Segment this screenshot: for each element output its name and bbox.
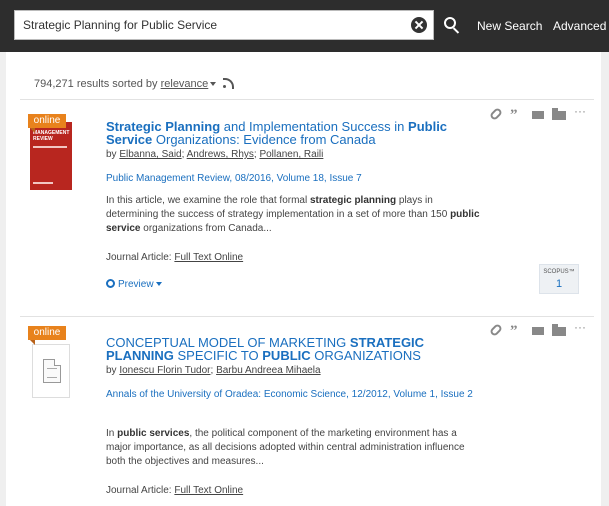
author-link[interactable]: Ionescu Florin Tudor [119,365,210,376]
author-list: by Elbanna, Said; Andrews, Rhys; Pollane… [106,149,324,160]
author-link[interactable]: Elbanna, Said [119,149,181,160]
quote-icon[interactable]: ” [510,108,518,123]
top-bar: New Search Advanced [0,0,609,52]
author-list: by Ionescu Florin Tudor; Barbu Andreea M… [106,365,321,376]
link-icon[interactable] [488,322,504,338]
search-box [14,10,434,40]
scopus-count: 1 [555,278,563,290]
full-text-link[interactable]: Full Text Online [174,252,243,263]
new-search-link[interactable]: New Search [477,19,542,33]
document-thumbnail[interactable] [32,344,70,398]
clear-search-icon[interactable] [411,17,427,33]
publication-source[interactable]: Annals of the University of Oradea: Econ… [106,388,476,402]
chevron-down-icon [155,282,162,287]
quote-icon[interactable]: ” [510,324,518,339]
publication-source[interactable]: Public Management Review, 08/2016, Volum… [106,172,476,186]
folder-icon[interactable] [552,108,566,120]
result-item: online CONCEPTUAL MODEL OF MARKETING STR… [20,320,594,506]
divider [20,99,594,100]
result-item: MANAGEMENT REVIEW online Strategic Plann… [20,104,594,313]
cover-title: MANAGEMENT REVIEW [33,130,70,142]
search-input[interactable] [15,11,410,39]
sort-dropdown[interactable]: relevance [161,78,209,90]
result-title[interactable]: Strategic Planning and Implementation Su… [106,120,476,146]
chevron-down-icon[interactable] [210,82,217,87]
result-snippet: In this article, we examine the role tha… [106,195,480,234]
email-icon[interactable] [532,327,544,335]
rss-icon[interactable] [223,78,235,89]
scopus-label: SCOPUS™ [543,269,575,275]
format-line: Journal Article: Full Text Online [106,252,244,263]
author-link[interactable]: Barbu Andreea Mihaela [216,365,321,376]
full-text-link[interactable]: Full Text Online [174,485,243,496]
result-actions: ” ··· [488,104,586,123]
book-cover-thumbnail[interactable]: MANAGEMENT REVIEW [30,122,72,190]
more-icon[interactable]: ··· [574,320,586,334]
online-badge: online [28,114,66,133]
document-icon [43,359,61,383]
results-summary: 794,271 results sorted by relevance [34,78,235,90]
result-actions: ” ··· [488,320,586,339]
folder-icon[interactable] [552,324,566,336]
author-link[interactable]: Andrews, Rhys [187,149,254,160]
divider [20,316,594,317]
preview-toggle[interactable]: Preview [106,279,162,290]
more-icon[interactable]: ··· [574,104,586,118]
scopus-citation-badge[interactable]: SCOPUS™ 1 [539,264,579,294]
format-line: Journal Article: Full Text Online [106,485,244,496]
author-link[interactable]: Pollanen, Raili [259,149,323,160]
advanced-search-link[interactable]: Advanced [553,19,606,33]
online-badge: online [28,326,66,345]
link-icon[interactable] [488,106,504,122]
results-count: 794,271 results sorted by [34,78,158,90]
email-icon[interactable] [532,111,544,119]
result-snippet: In public services, the political compon… [106,428,465,467]
preview-icon [106,279,115,288]
result-title[interactable]: CONCEPTUAL MODEL OF MARKETING STRATEGIC … [106,336,476,362]
search-button[interactable] [434,10,468,40]
